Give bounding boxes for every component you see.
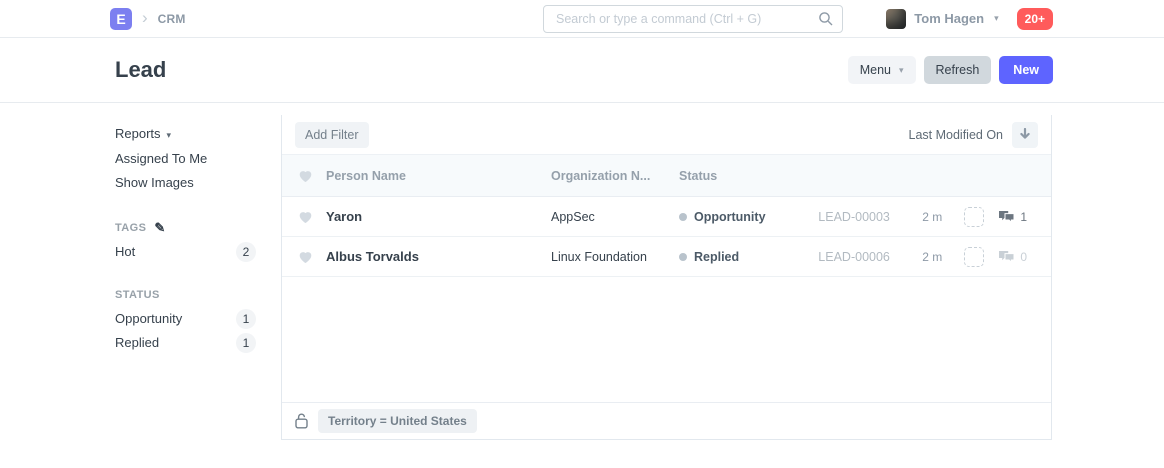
chevron-down-icon: ▾ [899, 65, 904, 76]
status-filter-label: Replied [115, 331, 159, 355]
status-count-badge: 1 [236, 309, 256, 329]
notifications-badge[interactable]: 20+ [1017, 8, 1053, 30]
favourite-toggle[interactable] [282, 250, 326, 264]
sort-direction-button[interactable] [1012, 122, 1038, 148]
comment-count: 0 [1020, 250, 1027, 264]
person-name[interactable]: Albus Torvalds [326, 249, 551, 264]
person-name[interactable]: Yaron [326, 209, 551, 224]
comment-icon [998, 250, 1015, 264]
content: Reports ▾ Assigned To Me Show Images TAG… [0, 103, 1164, 468]
app-logo[interactable]: E [110, 8, 132, 30]
status-label: Replied [694, 250, 739, 264]
sidebar-item-reports[interactable]: Reports ▾ [115, 121, 256, 147]
page-title: Lead [115, 57, 166, 83]
chevron-down-icon: ▾ [994, 13, 999, 24]
column-header-organization[interactable]: Organization N... [551, 169, 679, 183]
edit-tags-icon[interactable]: ✎ [154, 216, 165, 240]
search-box [543, 5, 843, 33]
modified-time: 2 m [922, 250, 942, 264]
breadcrumb-chevron-icon: › [142, 9, 148, 26]
user-avatar [886, 9, 906, 29]
row-meta: LEAD-00003 2 m 1 [818, 207, 1051, 227]
column-header-person-name[interactable]: Person Name [326, 169, 551, 183]
chevron-down-icon: ▾ [167, 123, 172, 147]
organization-name: AppSec [551, 210, 679, 224]
status-heading-label: STATUS [115, 283, 160, 307]
lead-id: LEAD-00003 [818, 210, 896, 224]
status-cell: Opportunity [679, 210, 766, 224]
table-row[interactable]: Yaron AppSec Opportunity LEAD-00003 2 m [282, 197, 1051, 237]
favourite-column-icon [282, 169, 326, 183]
table-row[interactable]: Albus Torvalds Linux Foundation Replied … [282, 237, 1051, 277]
status-heading: STATUS [115, 283, 256, 307]
comment-indicator[interactable]: 0 [998, 250, 1027, 264]
sidebar-item-label: Assigned To Me [115, 147, 207, 171]
row-meta: LEAD-00006 2 m 0 [818, 247, 1051, 267]
status-filter-label: Opportunity [115, 307, 182, 331]
status-label: Opportunity [694, 210, 766, 224]
navbar-right: Tom Hagen ▾ 20+ [886, 8, 1053, 30]
menu-button[interactable]: Menu ▾ [848, 56, 916, 84]
modified-time: 2 m [922, 210, 942, 224]
heart-icon [298, 169, 313, 183]
status-indicator-dot [679, 253, 687, 261]
sidebar-item-show-images[interactable]: Show Images [115, 171, 256, 195]
tag-label: Hot [115, 240, 135, 264]
tag-count-badge: 2 [236, 242, 256, 262]
breadcrumb[interactable]: CRM [158, 12, 186, 26]
heart-icon [298, 250, 313, 264]
filter-row: Add Filter Last Modified On [282, 115, 1051, 155]
user-menu[interactable]: Tom Hagen ▾ [886, 9, 998, 29]
comment-count: 1 [1020, 210, 1027, 224]
sort-area: Last Modified On [909, 122, 1039, 148]
page-actions: Menu ▾ Refresh New [848, 56, 1053, 84]
assign-button[interactable] [964, 247, 984, 267]
tags-heading-label: TAGS [115, 216, 146, 240]
sidebar-item-label: Reports [115, 122, 161, 146]
list-header-row: Person Name Organization N... Status [282, 155, 1051, 197]
status-cell: Replied [679, 250, 739, 264]
status-count-badge: 1 [236, 333, 256, 353]
add-filter-button[interactable]: Add Filter [295, 122, 369, 148]
list-empty-space [282, 277, 1051, 402]
menu-button-label: Menu [860, 63, 891, 77]
heart-icon [298, 210, 313, 224]
lead-list: Add Filter Last Modified On Perso [281, 115, 1052, 440]
comment-icon [998, 210, 1015, 224]
list-sidebar: Reports ▾ Assigned To Me Show Images TAG… [115, 121, 256, 355]
user-name: Tom Hagen [914, 11, 984, 26]
assign-button[interactable] [964, 207, 984, 227]
organization-name: Linux Foundation [551, 250, 679, 264]
logo-letter: E [116, 11, 125, 27]
sidebar-item-label: Show Images [115, 171, 194, 195]
comment-indicator[interactable]: 1 [998, 210, 1027, 224]
status-indicator-dot [679, 213, 687, 221]
sidebar-status-replied[interactable]: Replied 1 [115, 331, 256, 355]
permission-filter-pill: Territory = United States [318, 409, 477, 433]
list-footer: Territory = United States [282, 402, 1051, 439]
new-button[interactable]: New [999, 56, 1053, 84]
sidebar-tag-hot[interactable]: Hot 2 [115, 240, 256, 264]
sidebar-status-opportunity[interactable]: Opportunity 1 [115, 307, 256, 331]
search-icon [818, 11, 834, 27]
sidebar-item-assigned-to-me[interactable]: Assigned To Me [115, 147, 256, 171]
lock-icon [295, 413, 308, 429]
favourite-toggle[interactable] [282, 210, 326, 224]
refresh-button[interactable]: Refresh [924, 56, 992, 84]
page-head: Lead Menu ▾ Refresh New [0, 38, 1164, 103]
sort-field-label[interactable]: Last Modified On [909, 128, 1004, 142]
column-header-status[interactable]: Status [679, 169, 717, 183]
search-input[interactable] [543, 5, 843, 33]
navbar: E › CRM Tom Hagen ▾ 20+ [0, 0, 1164, 38]
breadcrumb-area: E › CRM [110, 8, 186, 30]
lead-id: LEAD-00006 [818, 250, 896, 264]
app-root: E › CRM Tom Hagen ▾ 20+ Lead Menu [0, 0, 1164, 468]
tags-heading: TAGS ✎ [115, 216, 256, 240]
arrow-down-icon [1019, 128, 1031, 141]
